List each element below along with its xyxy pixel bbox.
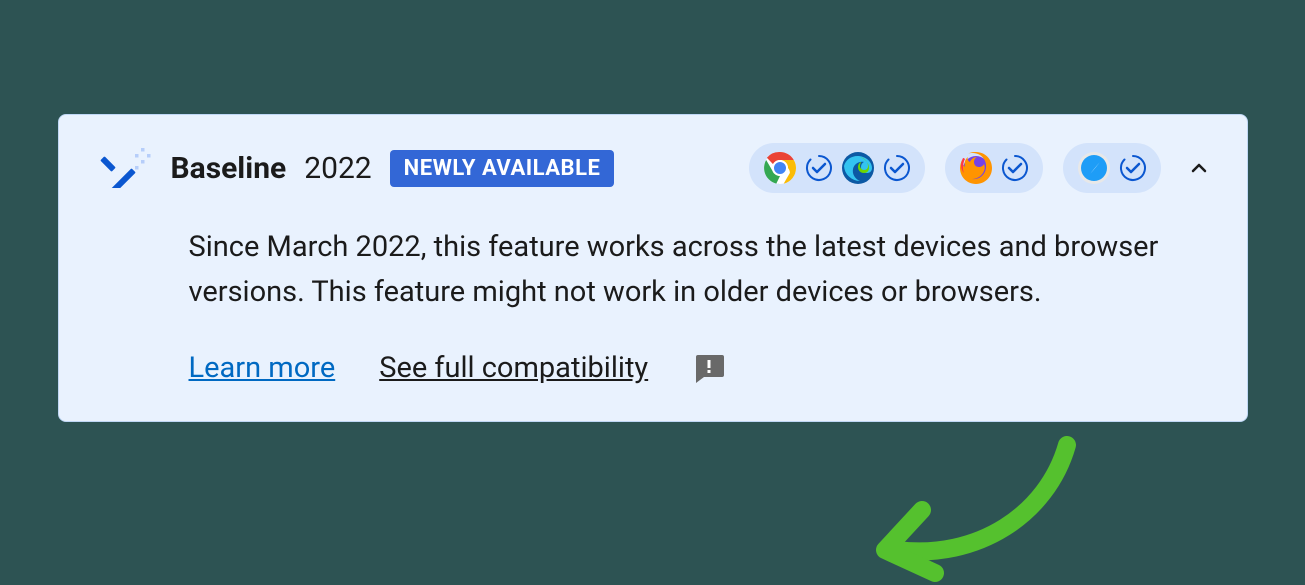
check-ok-icon <box>883 154 911 182</box>
baseline-card: Baseline 2022 NEWLY AVAILABLE <box>58 114 1248 422</box>
browser-pill-safari <box>1063 143 1161 193</box>
title: Baseline 2022 NEWLY AVAILABLE <box>171 150 615 187</box>
annotation-arrow-icon <box>867 435 1087 585</box>
browser-support-row <box>749 143 1211 193</box>
browser-pill-firefox <box>945 143 1043 193</box>
safari-icon <box>1077 151 1111 185</box>
title-name: Baseline <box>171 151 287 186</box>
card-header: Baseline 2022 NEWLY AVAILABLE <box>95 143 1211 193</box>
baseline-check-icon <box>95 148 151 188</box>
description-text: Since March 2022, this feature works acr… <box>189 225 1169 315</box>
browser-pill-chromium <box>749 143 925 193</box>
feedback-icon[interactable] <box>692 351 726 385</box>
availability-badge: NEWLY AVAILABLE <box>390 150 615 187</box>
learn-more-link[interactable]: Learn more <box>189 351 336 385</box>
title-year: 2022 <box>304 151 371 186</box>
full-compatibility-link[interactable]: See full compatibility <box>379 351 648 385</box>
firefox-icon <box>959 151 993 185</box>
chevron-up-icon[interactable] <box>1187 156 1211 180</box>
check-ok-icon <box>1001 154 1029 182</box>
edge-icon <box>841 151 875 185</box>
card-body: Since March 2022, this feature works acr… <box>189 225 1211 385</box>
check-ok-icon <box>1119 154 1147 182</box>
chrome-icon <box>763 151 797 185</box>
links-row: Learn more See full compatibility <box>189 351 1211 385</box>
check-ok-icon <box>805 154 833 182</box>
